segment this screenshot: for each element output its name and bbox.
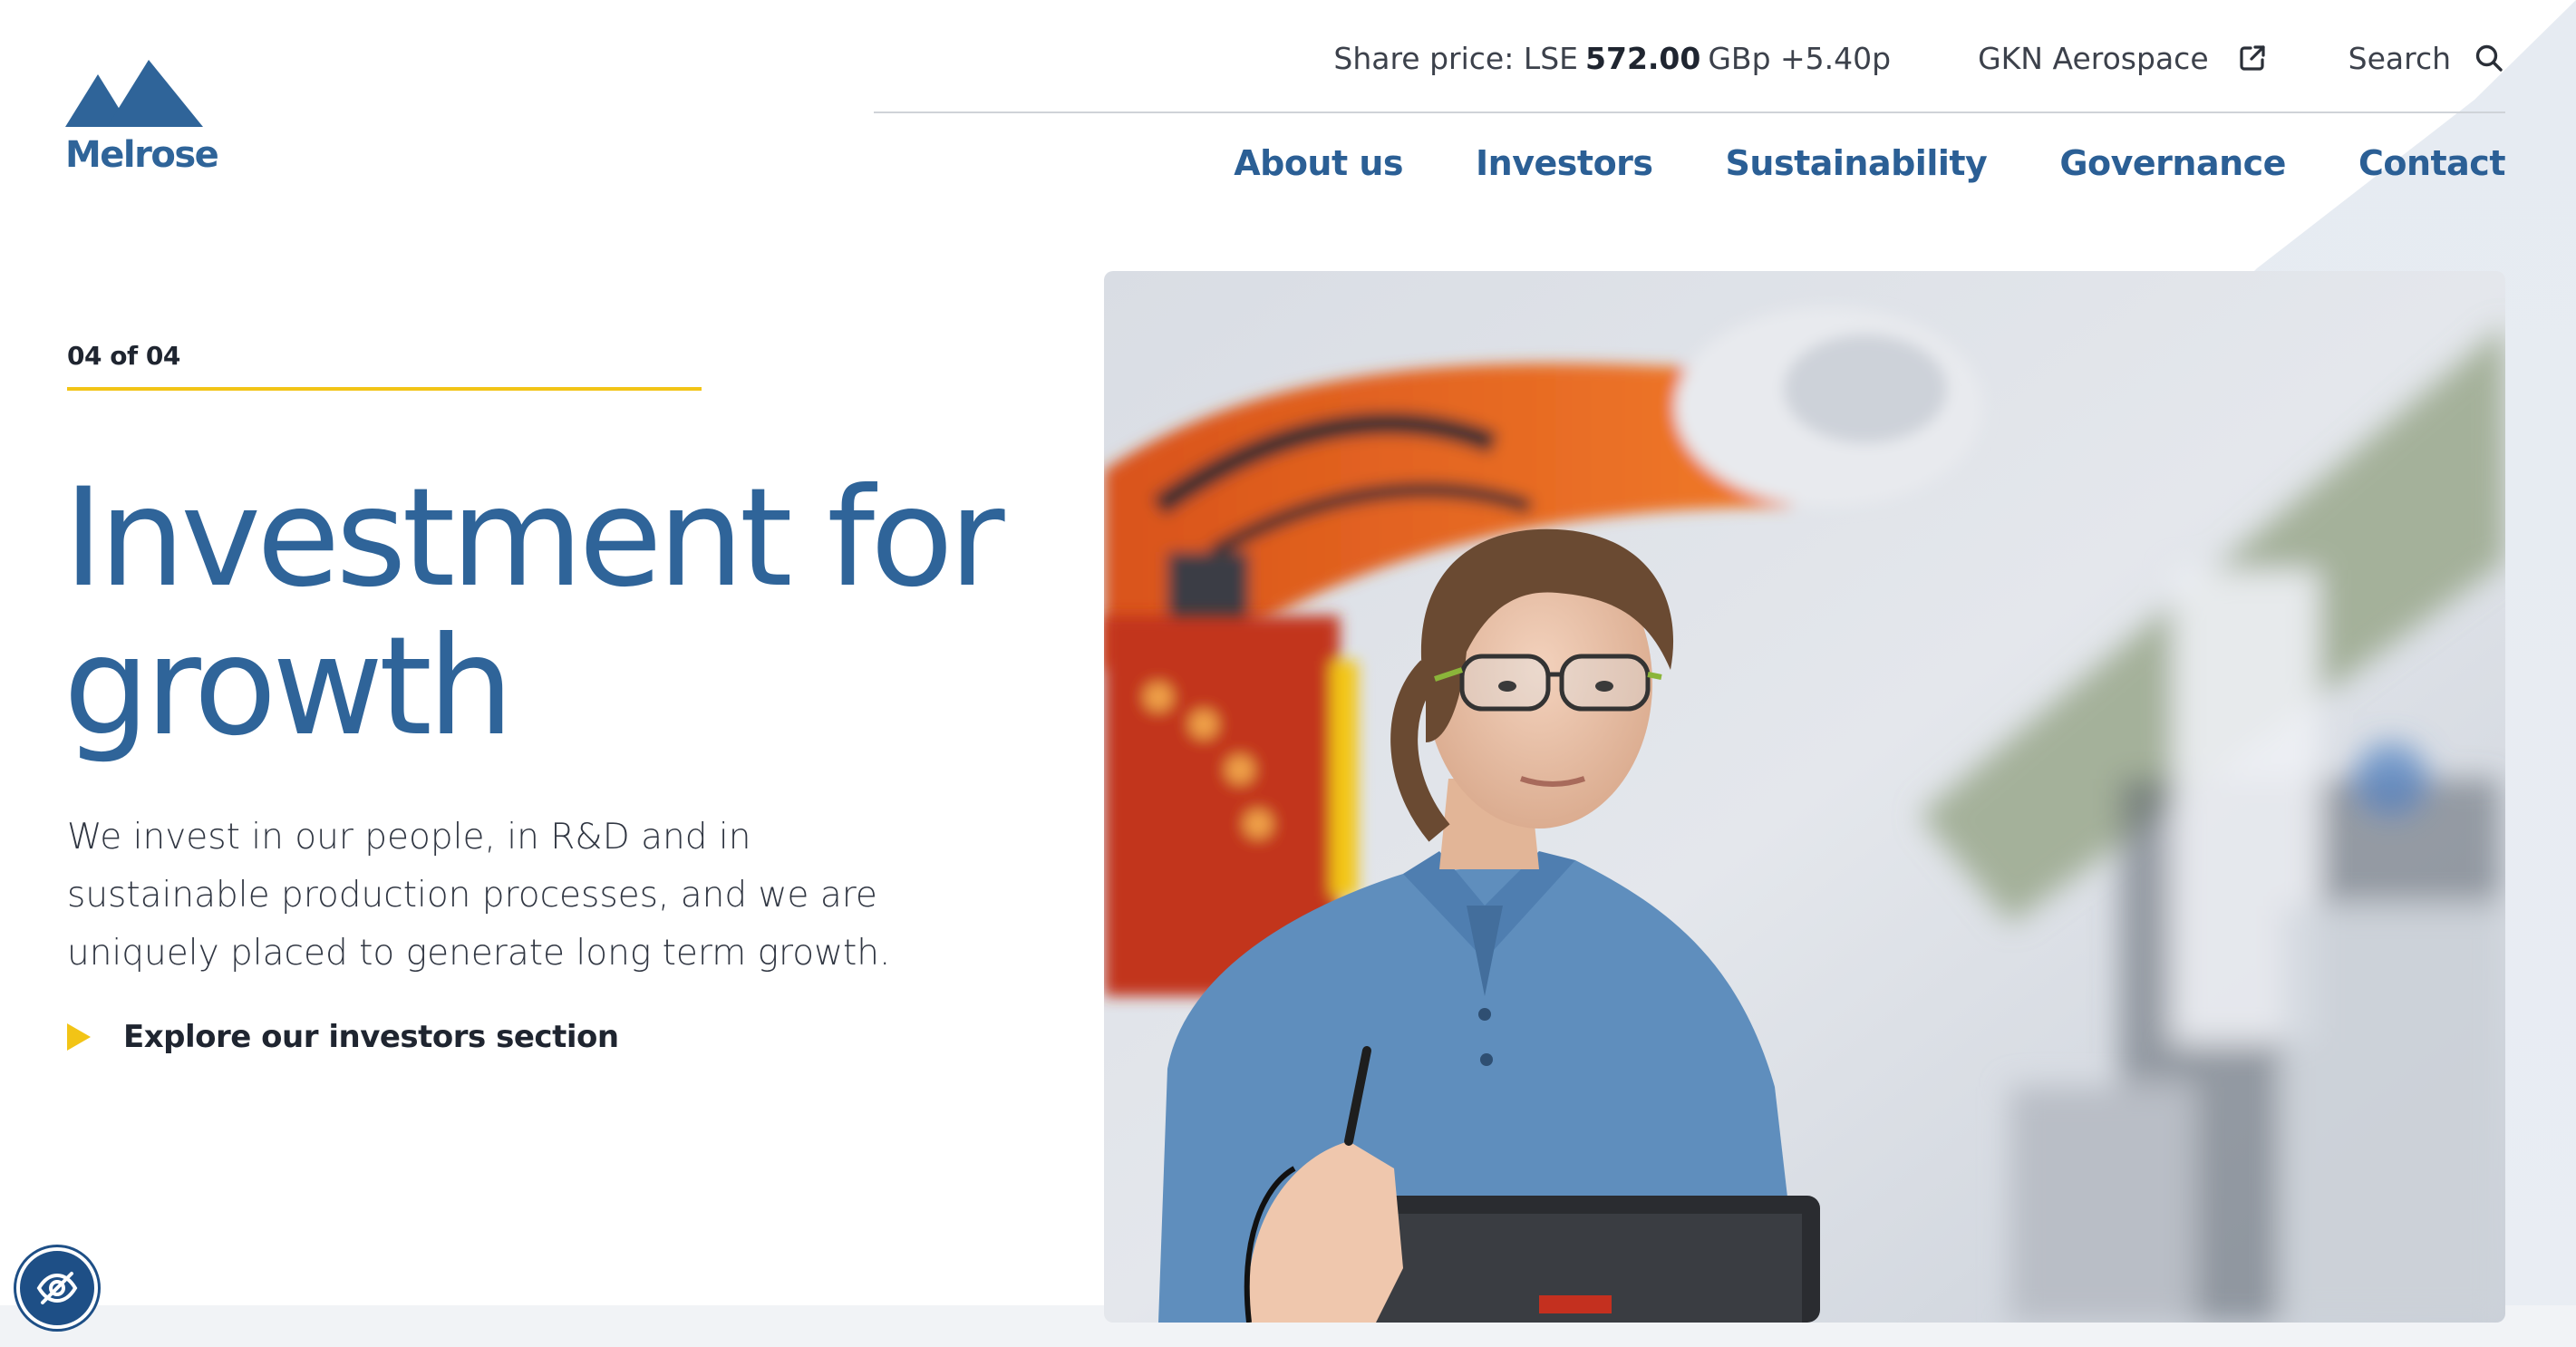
search-icon — [2474, 44, 2503, 73]
slide-progress-bar — [67, 387, 702, 391]
external-link-icon — [2238, 44, 2267, 73]
melrose-logo[interactable]: Melrose — [65, 56, 219, 183]
share-price-change: GBp +5.40p — [1708, 40, 1892, 76]
hero-title: Investment for growth — [63, 464, 1024, 761]
logo-text: Melrose — [65, 134, 219, 176]
nav-about-us[interactable]: About us — [1234, 143, 1403, 183]
explore-investors-label: Explore our investors section — [123, 1019, 619, 1055]
hero-description: We invest in our people, in R&D and in s… — [67, 817, 891, 974]
nav-sustainability[interactable]: Sustainability — [1726, 143, 1988, 183]
explore-investors-link[interactable]: Explore our investors section — [67, 1019, 619, 1055]
hero-image — [1104, 271, 2505, 1323]
nav-governance[interactable]: Governance — [2059, 143, 2286, 183]
page: Melrose Share price: LSE 572.00 GBp +5.4… — [0, 0, 2576, 1347]
accessibility-button[interactable] — [16, 1247, 98, 1329]
nav-investors[interactable]: Investors — [1476, 143, 1653, 183]
header-divider — [874, 111, 2505, 113]
share-price: Share price: LSE 572.00 GBp +5.40p — [1333, 41, 1891, 76]
hero-title-line-1: Investment for — [63, 460, 1005, 617]
eye-slash-icon — [36, 1272, 78, 1304]
play-triangle-icon — [67, 1023, 91, 1051]
search-button[interactable]: Search — [2348, 41, 2503, 76]
search-label: Search — [2348, 40, 2451, 76]
gkn-aerospace-link[interactable]: GKN Aerospace — [1978, 41, 2267, 76]
main-nav: About us Investors Sustainability Govern… — [1234, 143, 2505, 183]
hero-title-line-2: growth — [63, 608, 514, 766]
slide-counter: 04 of 04 — [67, 341, 180, 371]
gkn-aerospace-label: GKN Aerospace — [1978, 40, 2209, 76]
utility-bar: Share price: LSE 572.00 GBp +5.40p GKN A… — [1333, 33, 2503, 83]
mountain-logo-icon — [65, 60, 203, 127]
nav-contact[interactable]: Contact — [2358, 143, 2506, 183]
share-price-value: 572.00 — [1585, 40, 1701, 76]
share-price-label: Share price: LSE — [1333, 40, 1579, 76]
